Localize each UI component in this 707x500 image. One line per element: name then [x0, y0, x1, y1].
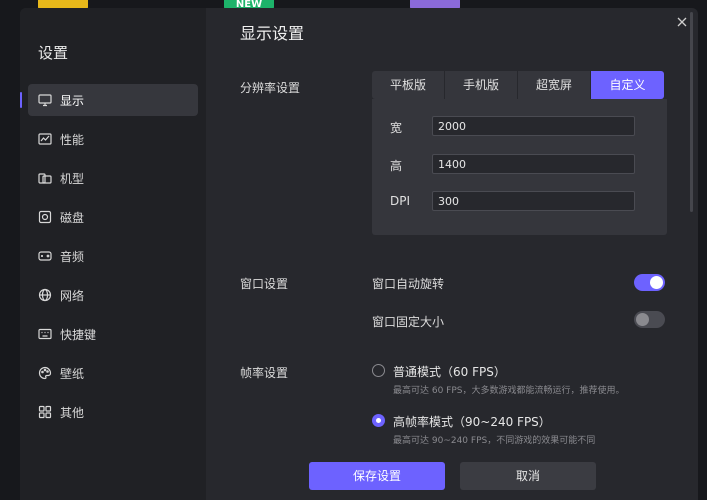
height-label: 高	[390, 159, 403, 173]
audio-icon	[38, 249, 52, 263]
window-settings-label: 窗口设置	[240, 277, 289, 291]
sidebar-item-other[interactable]: 其他	[28, 396, 198, 428]
network-icon	[38, 288, 52, 302]
resolution-label: 分辨率设置	[240, 81, 301, 95]
other-icon	[38, 405, 52, 419]
sidebar-item-label: 机型	[60, 171, 85, 186]
framerate-high-desc: 最高可达 90~240 FPS，不同游戏的效果可能不同	[393, 436, 596, 446]
framerate-high-radio[interactable]	[372, 414, 385, 427]
dpi-row: DPI	[372, 191, 667, 211]
dpi-input[interactable]	[432, 191, 635, 211]
save-button[interactable]: 保存设置	[309, 462, 445, 490]
sidebar-item-audio[interactable]: 音频	[28, 240, 198, 272]
height-input[interactable]	[432, 154, 635, 174]
width-label: 宽	[390, 121, 403, 135]
sidebar-item-display[interactable]: 显示	[20, 84, 198, 116]
framerate-normal-radio[interactable]	[372, 364, 385, 377]
monitor-icon	[38, 93, 52, 107]
sidebar-item-label: 显示	[60, 93, 85, 108]
tab-custom[interactable]: 自定义	[591, 71, 664, 99]
keyboard-icon	[38, 327, 52, 341]
dpi-label: DPI	[390, 194, 411, 208]
auto-rotate-label: 窗口自动旋转	[372, 277, 445, 291]
resolution-tabs: 平板版 手机版 超宽屏 自定义	[372, 71, 664, 99]
performance-icon	[38, 132, 52, 146]
dialog-footer: 保存设置 取消	[206, 448, 698, 500]
settings-sidebar: 设置 显示 性能 机型 磁盘 音频 网络 快捷键 壁纸 其他	[20, 8, 206, 500]
section-title: 显示设置	[240, 24, 305, 43]
sidebar-item-label: 音频	[60, 249, 85, 264]
cancel-button[interactable]: 取消	[460, 462, 596, 490]
toggle-knob	[636, 313, 649, 326]
tab-phone[interactable]: 手机版	[445, 71, 518, 99]
width-row: 宽	[372, 116, 667, 136]
sidebar-item-shortcuts[interactable]: 快捷键	[28, 318, 198, 350]
disk-icon	[38, 210, 52, 224]
fixed-size-label: 窗口固定大小	[372, 315, 445, 329]
tab-ultrawide[interactable]: 超宽屏	[518, 71, 591, 99]
auto-rotate-toggle[interactable]	[634, 274, 665, 291]
sidebar-item-label: 其他	[60, 405, 85, 420]
tab-tablet[interactable]: 平板版	[372, 71, 445, 99]
sidebar-item-wallpaper[interactable]: 壁纸	[28, 357, 198, 389]
framerate-normal-desc: 最高可达 60 FPS，大多数游戏都能流畅运行，推荐使用。	[393, 386, 625, 396]
sidebar-item-disk[interactable]: 磁盘	[28, 201, 198, 233]
settings-dialog: 设置 显示 性能 机型 磁盘 音频 网络 快捷键 壁纸 其他 显示设置 分辨率设…	[20, 8, 698, 500]
sidebar-item-network[interactable]: 网络	[28, 279, 198, 311]
framerate-high-title: 高帧率模式（90~240 FPS）	[393, 415, 551, 429]
height-row: 高	[372, 154, 667, 174]
sidebar-item-label: 磁盘	[60, 210, 85, 225]
sidebar-item-label: 壁纸	[60, 366, 85, 381]
dialog-title: 设置	[38, 44, 69, 62]
sidebar-item-label: 快捷键	[60, 327, 97, 342]
sidebar-item-label: 性能	[60, 132, 85, 147]
framerate-normal-title: 普通模式（60 FPS）	[393, 365, 506, 379]
framerate-label: 帧率设置	[240, 366, 289, 380]
settings-content: 显示设置 分辨率设置 平板版 手机版 超宽屏 自定义 宽 高 DPI 窗口设置 …	[206, 8, 698, 448]
width-input[interactable]	[432, 116, 635, 136]
wallpaper-icon	[38, 366, 52, 380]
toggle-knob	[650, 276, 663, 289]
sidebar-list: 显示 性能 机型 磁盘 音频 网络 快捷键 壁纸 其他	[20, 84, 198, 435]
fixed-size-toggle[interactable]	[634, 311, 665, 328]
device-icon	[38, 171, 52, 185]
sidebar-item-performance[interactable]: 性能	[28, 123, 198, 155]
sidebar-item-label: 网络	[60, 288, 85, 303]
custom-resolution-panel: 宽 高 DPI	[372, 99, 667, 235]
content-scrollbar[interactable]	[690, 12, 693, 212]
sidebar-item-device[interactable]: 机型	[28, 162, 198, 194]
